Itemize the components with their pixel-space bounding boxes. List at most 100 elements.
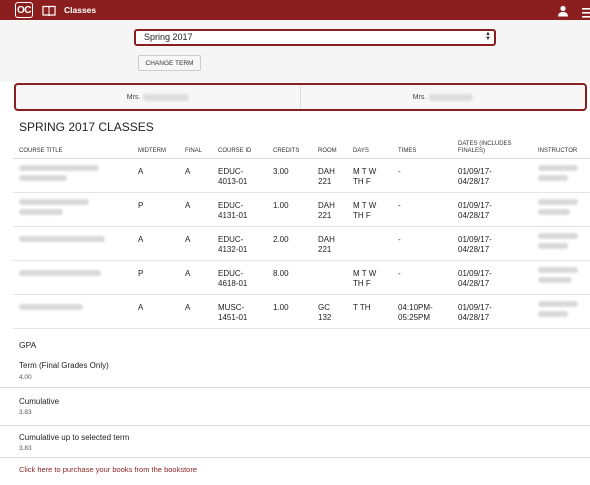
times: 04:10PM- 05:25PM [398, 303, 433, 323]
dates: 01/09/17- 04/28/17 [458, 303, 492, 323]
table-row: A A EDUC- 4132-01 2.00 DAH 221 - 01/09/17-… [13, 227, 590, 261]
col-times: TIMES [398, 148, 417, 154]
table-row: A A MUSC- 1451-01 1.00 GC 132 T TH 04:10PM… [13, 295, 590, 329]
table-header: COURSE TITLE MIDTERM FINAL COURSE ID CRE… [13, 137, 590, 159]
user-icon[interactable] [557, 4, 569, 17]
course-id-num: 1451-01 [218, 313, 248, 322]
room: DAH 221 [318, 201, 335, 221]
days-line2: TH F [353, 177, 371, 186]
oc-logo[interactable]: OC [15, 2, 33, 18]
col-course-id: COURSE ID [218, 148, 252, 154]
room-building: DAH [318, 235, 335, 244]
col-course-title: COURSE TITLE [19, 148, 63, 154]
days-line1: M T W [353, 269, 377, 278]
course-id: EDUC- 4132-01 [218, 235, 247, 255]
course-id-num: 4013-01 [218, 177, 248, 186]
gpa-term-value: 4.00 [19, 374, 32, 381]
days: T TH [353, 303, 370, 313]
final-grade: A [185, 235, 191, 244]
course-title-redacted [19, 199, 89, 219]
change-term-button[interactable]: CHANGE TERM [138, 55, 201, 71]
advisor-2: Mrs. [300, 85, 585, 109]
course-id: EDUC- 4618-01 [218, 269, 247, 289]
room: DAH 221 [318, 167, 335, 187]
room-building: DAH [318, 201, 335, 210]
advisor-2-name-redacted [429, 93, 474, 101]
midterm-grade: A [138, 235, 144, 244]
col-dates-line1: DATES (INCLUDES [458, 141, 512, 147]
date-start: 01/09/17- [458, 167, 492, 176]
advisor-1: Mrs. [16, 85, 300, 109]
course-id: EDUC- 4013-01 [218, 167, 247, 187]
table-row: P A EDUC- 4618-01 8.00 M T W TH F - 01/09/… [13, 261, 590, 295]
room-number: 221 [318, 211, 332, 220]
final-grade: A [185, 303, 191, 312]
room-number: 132 [318, 313, 332, 322]
date-end: 04/28/17 [458, 211, 490, 220]
times-line1: - [398, 269, 401, 278]
room-number: 221 [318, 177, 332, 186]
midterm-grade: A [138, 303, 144, 312]
course-id-dept: MUSC- [218, 303, 245, 312]
gpa-cumulative-value: 3.83 [19, 409, 32, 416]
course-id: MUSC- 1451-01 [218, 303, 247, 323]
col-midterm: MIDTERM [138, 148, 166, 154]
final-grade: A [185, 201, 191, 210]
book-icon[interactable] [42, 4, 56, 16]
dates: 01/09/17- 04/28/17 [458, 269, 492, 289]
table-row: P A EDUC- 4131-01 1.00 DAH 221 M T W TH F -… [13, 193, 590, 227]
menu-icon[interactable] [582, 5, 590, 18]
gpa-term-label: Term (Final Grades Only) [19, 361, 109, 370]
days-line2: TH F [353, 279, 371, 288]
times: - [398, 269, 401, 279]
days: M T W TH F [353, 201, 376, 221]
col-instructor: INSTRUCTOR [538, 148, 578, 154]
room-building: GC [318, 303, 330, 312]
gpa-cumulative-label: Cumulative [19, 397, 60, 406]
times: - [398, 167, 401, 177]
top-bar: OC Classes [0, 0, 590, 20]
final-grade: A [185, 167, 191, 176]
col-dates-line2: FINALES) [458, 148, 486, 154]
term-select[interactable]: Spring 2017 ▲ ▼ [134, 29, 496, 46]
dates: 01/09/17- 04/28/17 [458, 167, 492, 187]
credits: 2.00 [273, 235, 289, 244]
midterm-grade: P [138, 201, 144, 210]
course-title-redacted [19, 267, 101, 280]
advisor-1-name-redacted [143, 93, 190, 101]
days: M T W TH F [353, 269, 376, 289]
page-title: Classes [64, 5, 97, 15]
times-line1: - [398, 167, 401, 176]
col-credits: CREDITS [273, 148, 300, 154]
course-id-num: 4132-01 [218, 245, 248, 254]
instructor-redacted [538, 301, 578, 321]
days-line2: TH F [353, 211, 371, 220]
section-title: SPRING 2017 CLASSES [19, 120, 154, 134]
col-days: DAYS [353, 148, 369, 154]
midterm-grade: P [138, 269, 144, 278]
date-end: 04/28/17 [458, 177, 490, 186]
date-end: 04/28/17 [458, 279, 490, 288]
credits: 3.00 [273, 167, 289, 176]
gpa-cumulative-to-term: Cumulative up to selected term 3.83 [0, 425, 590, 458]
course-id-num: 4131-01 [218, 211, 248, 220]
term-select-value: Spring 2017 [144, 32, 193, 42]
course-id-dept: EDUC- [218, 167, 244, 176]
course-title-redacted [19, 233, 105, 246]
col-final: FINAL [185, 148, 203, 154]
date-start: 01/09/17- [458, 303, 492, 312]
room-number: 221 [318, 245, 332, 254]
col-dates: DATES (INCLUDES FINALES) [458, 141, 512, 155]
course-id-dept: EDUC- [218, 201, 244, 210]
credits: 8.00 [273, 269, 289, 278]
course-title-redacted [19, 301, 83, 314]
bookstore-link[interactable]: Click here to purchase your books from t… [19, 465, 197, 474]
gpa-cumulative: Cumulative 3.83 [0, 387, 590, 426]
col-room: ROOM [318, 148, 337, 154]
course-id-dept: EDUC- [218, 235, 244, 244]
gpa-cumulative-to-term-value: 3.83 [19, 445, 32, 452]
instructor-redacted [538, 267, 578, 287]
advisor-1-prefix: Mrs. [126, 93, 141, 101]
gpa-cumulative-to-term-label: Cumulative up to selected term [19, 433, 130, 442]
term-selector-area: Spring 2017 ▲ ▼ CHANGE TERM [0, 20, 590, 82]
